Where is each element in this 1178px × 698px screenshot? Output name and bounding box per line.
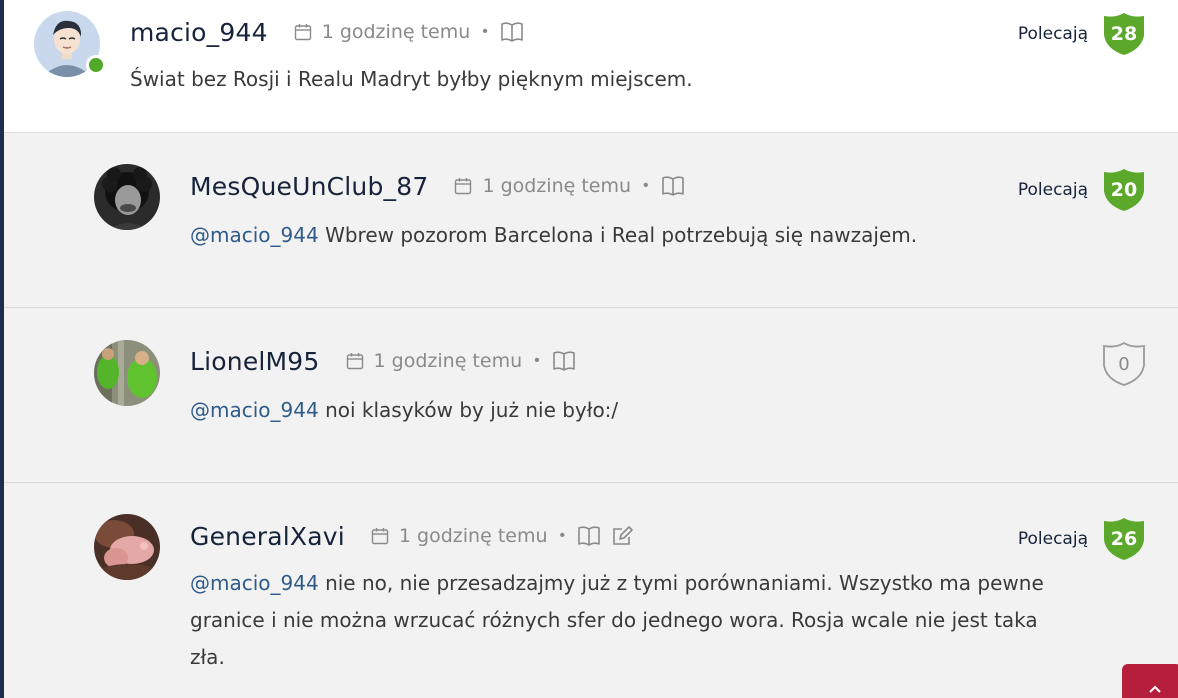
scroll-to-top-button[interactable] [1122, 664, 1178, 698]
online-status-dot [86, 55, 106, 75]
score-badge[interactable]: 20 [1102, 167, 1146, 213]
book-icon[interactable] [577, 525, 601, 547]
user-mention-link[interactable]: @macio_944 [190, 398, 319, 422]
avatar[interactable] [94, 514, 160, 580]
comment-body: nie no, nie przesadzajmy już z tymi poró… [190, 571, 1044, 669]
username[interactable]: GeneralXavi [190, 522, 345, 551]
recommend-widget: Polecają 28 [1018, 11, 1146, 57]
separator-dot: • [534, 352, 540, 369]
username[interactable]: LionelM95 [190, 347, 320, 376]
reply-item: MesQueUnClub_87 1 godzinę temu • @macio_… [4, 133, 1178, 308]
recommend-label[interactable]: Polecają [1018, 180, 1088, 200]
username[interactable]: macio_944 [130, 18, 268, 47]
comment-time: 1 godzinę temu [398, 525, 548, 547]
comment-header: GeneralXavi 1 godzinę temu • [190, 518, 635, 554]
calendar-icon [371, 527, 389, 545]
book-icon[interactable] [500, 21, 524, 43]
comment-time: 1 godzinę temu [373, 350, 523, 372]
book-icon[interactable] [552, 350, 576, 372]
reply-item: LionelM95 1 godzinę temu • @macio_944 no… [4, 308, 1178, 483]
score-value: 26 [1110, 528, 1138, 550]
avatar[interactable] [94, 340, 160, 406]
separator-dot: • [559, 527, 566, 544]
score-badge[interactable]: 0 [1102, 341, 1146, 387]
comment-header: LionelM95 1 godzinę temu • [190, 343, 576, 379]
comment-text: @macio_944 nie no, nie przesadzajmy już … [190, 565, 1070, 676]
avatar[interactable] [94, 164, 160, 230]
score-badge[interactable]: 26 [1102, 516, 1146, 562]
comment-time: 1 godzinę temu [482, 175, 632, 197]
comment-body: Wbrew pozorom Barcelona i Real potrzebuj… [325, 223, 918, 247]
reply-item: GeneralXavi 1 godzinę temu • @macio_944 … [4, 483, 1178, 698]
recommend-label[interactable]: Polecają [1018, 24, 1088, 44]
score-value: 28 [1110, 23, 1138, 45]
comment-text: @macio_944 Wbrew pozorom Barcelona i Rea… [190, 217, 1050, 254]
comment-time: 1 godzinę temu [321, 21, 471, 43]
separator-dot: • [643, 177, 649, 194]
calendar-icon [294, 23, 312, 41]
username[interactable]: MesQueUnClub_87 [190, 172, 428, 201]
comment-text: @macio_944 noi klasyków by już nie było:… [190, 392, 1050, 429]
score-value: 0 [1118, 353, 1130, 375]
recommend-label[interactable]: Polecają [1018, 529, 1088, 549]
comment-header: MesQueUnClub_87 1 godzinę temu • [190, 168, 685, 204]
comment-body: noi klasyków by już nie było:/ [325, 398, 619, 422]
comment-item: macio_944 1 godzinę temu • Świat bez Ros… [4, 0, 1178, 133]
recommend-widget: Polecają 26 [1018, 516, 1146, 562]
comments-page: macio_944 1 godzinę temu • Świat bez Ros… [0, 0, 1178, 698]
comment-body: Świat bez Rosji i Realu Madryt byłby pię… [130, 67, 693, 91]
comment-header: macio_944 1 godzinę temu • [130, 14, 524, 50]
edit-icon[interactable] [611, 525, 635, 547]
score-value: 20 [1110, 179, 1138, 201]
recommend-widget: 0 [1102, 341, 1146, 387]
score-badge[interactable]: 28 [1102, 11, 1146, 57]
calendar-icon [346, 352, 364, 370]
user-mention-link[interactable]: @macio_944 [190, 571, 319, 595]
calendar-icon [454, 177, 472, 195]
separator-dot: • [482, 23, 488, 40]
comment-text: Świat bez Rosji i Realu Madryt byłby pię… [130, 61, 1030, 98]
user-mention-link[interactable]: @macio_944 [190, 223, 319, 247]
recommend-widget: Polecają 20 [1018, 167, 1146, 213]
book-icon[interactable] [661, 175, 685, 197]
chevron-up-icon [1149, 685, 1161, 693]
